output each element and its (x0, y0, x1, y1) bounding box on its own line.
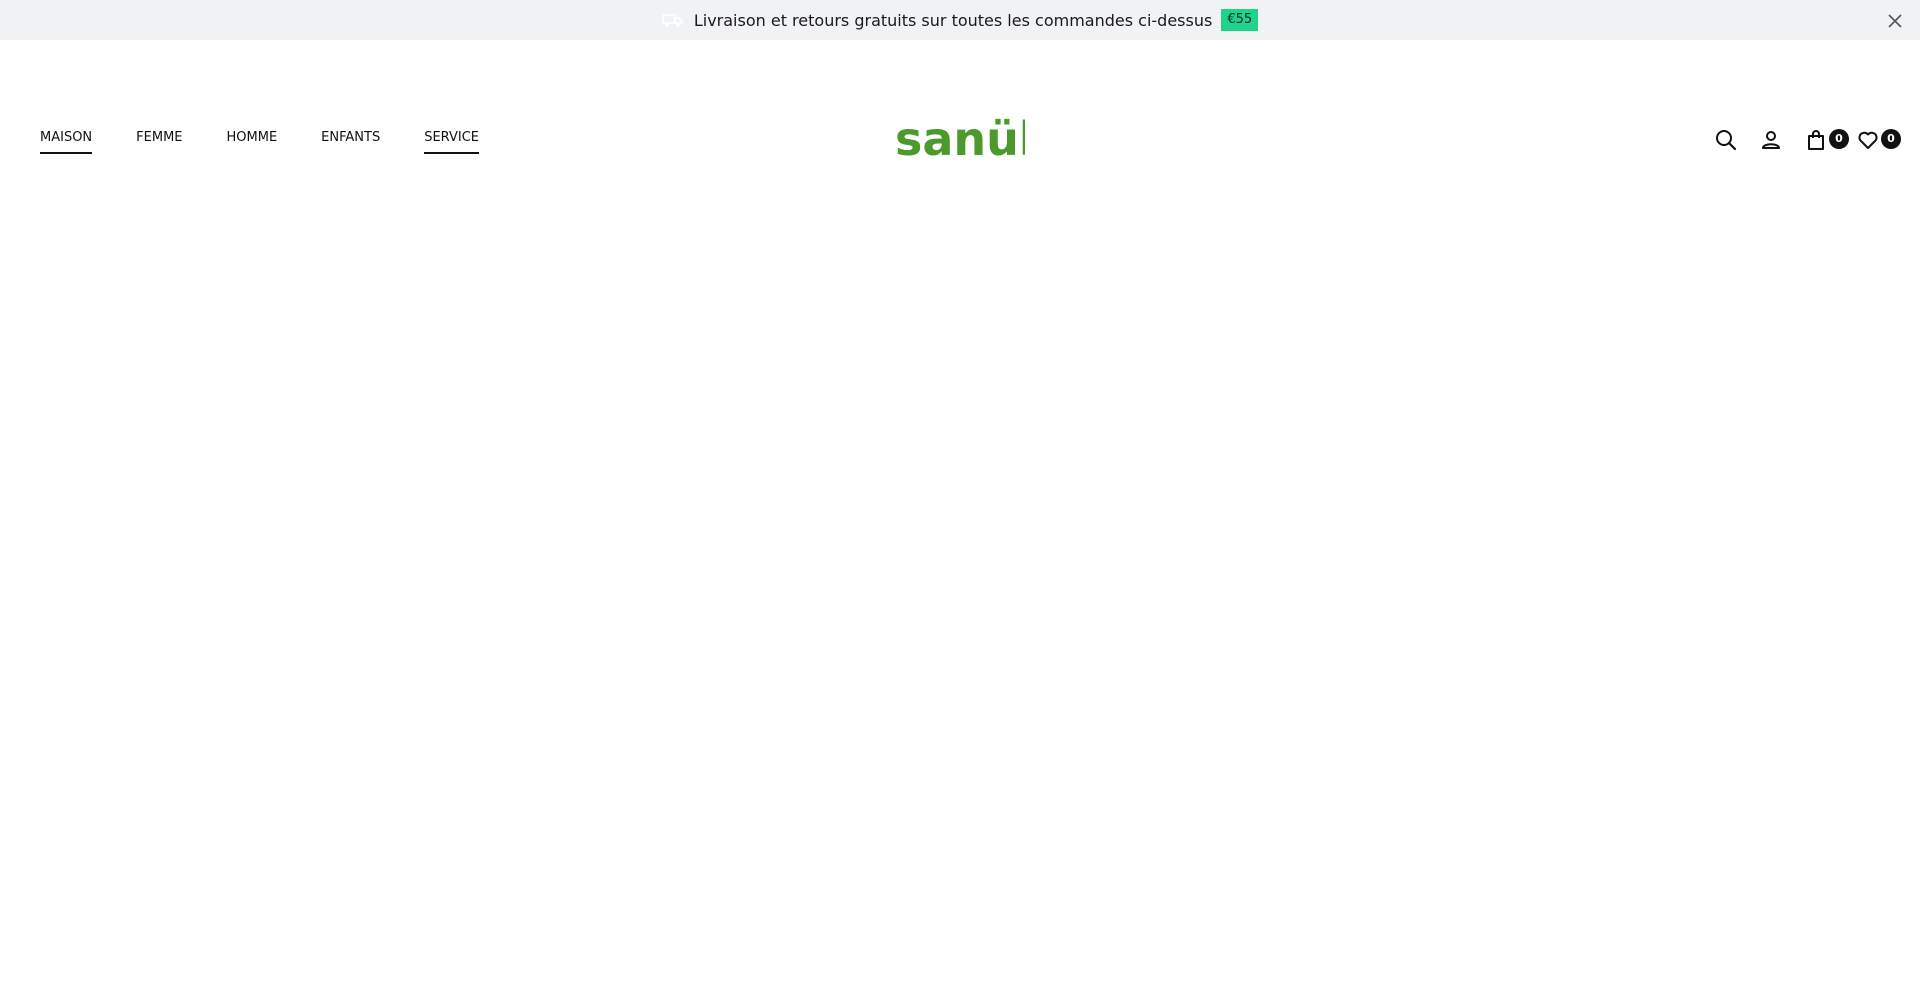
heart-icon (1858, 131, 1878, 149)
site-header: MAISON FEMME HOMME ENFANTS SERVICE sanük (0, 40, 1920, 200)
nav-item-maison[interactable]: MAISON (40, 130, 93, 154)
nav-item-homme[interactable]: HOMME (227, 130, 278, 154)
shopping-bag-icon (1808, 130, 1824, 150)
announcement-text: Livraison et retours gratuits sur toutes… (693, 10, 1213, 30)
cart-button[interactable]: 0 (1804, 128, 1849, 152)
announcement-bar: Livraison et retours gratuits sur toutes… (0, 0, 1920, 40)
free-shipping-threshold-badge: €55 (1221, 9, 1259, 31)
logo-text: sanük (895, 115, 1025, 165)
user-icon[interactable] (1759, 128, 1783, 152)
wishlist-button[interactable]: 0 (1856, 128, 1901, 152)
nav-item-enfants[interactable]: ENFANTS (321, 130, 380, 154)
announcement-content: Livraison et retours gratuits sur toutes… (0, 0, 1920, 40)
brand-logo[interactable]: sanük (895, 112, 1051, 166)
header-tools: 0 0 (1714, 128, 1901, 152)
close-icon[interactable] (1886, 12, 1904, 30)
wishlist-count-badge: 0 (1881, 129, 1901, 149)
cart-count-badge: 0 (1829, 129, 1849, 149)
nav-item-femme[interactable]: FEMME (136, 130, 182, 154)
nav-item-service[interactable]: SERVICE (424, 130, 480, 154)
truck-icon (662, 12, 684, 28)
search-icon[interactable] (1714, 128, 1738, 152)
main-nav: MAISON FEMME HOMME ENFANTS SERVICE (40, 130, 523, 154)
